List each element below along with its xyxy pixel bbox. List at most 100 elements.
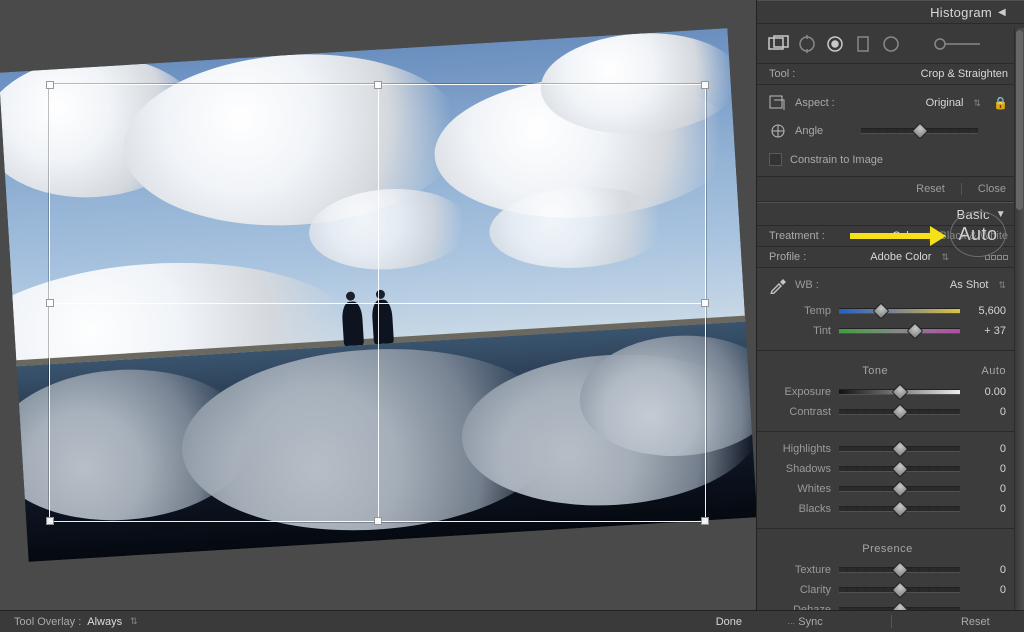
treatment-row: Treatment : Color | Black & White xyxy=(757,226,1024,247)
clarity-value[interactable]: 0 xyxy=(968,584,1006,596)
profile-row: Profile : Adobe Color ⇅ xyxy=(757,247,1024,268)
contrast-slider[interactable] xyxy=(839,409,960,415)
crop-tool-icon[interactable] xyxy=(765,33,793,55)
redeye-tool-icon[interactable] xyxy=(821,33,849,55)
tint-label: Tint xyxy=(769,325,831,337)
radial-filter-icon[interactable] xyxy=(877,33,905,55)
presence-subhead: Presence xyxy=(862,543,912,555)
shadows-label: Shadows xyxy=(769,463,831,475)
aspect-label: Aspect : xyxy=(795,97,851,109)
tone-block: Tone Auto Exposure 0.00 Contrast 0 xyxy=(757,351,1024,432)
tool-label: Tool : xyxy=(769,68,795,80)
texture-label: Texture xyxy=(769,564,831,576)
profile-value[interactable]: Adobe Color xyxy=(870,251,931,263)
contrast-value[interactable]: 0 xyxy=(968,406,1006,418)
histogram-title: Histogram xyxy=(930,5,992,20)
shadows-slider[interactable] xyxy=(839,466,960,472)
tint-slider[interactable] xyxy=(839,328,960,334)
expand-icon: ▼ xyxy=(996,209,1006,220)
treatment-bw[interactable]: Black & White xyxy=(940,230,1008,242)
angle-slider[interactable] xyxy=(861,128,978,134)
whites-slider[interactable] xyxy=(839,486,960,492)
tool-overlay-label: Tool Overlay : xyxy=(14,616,81,628)
tone-auto-button[interactable]: Auto xyxy=(981,365,1006,377)
done-button[interactable]: Done xyxy=(716,616,742,628)
wb-label: WB : xyxy=(795,279,835,291)
profile-browser-icon[interactable] xyxy=(985,255,1008,260)
spot-tool-icon[interactable] xyxy=(793,33,821,55)
aspect-icon[interactable] xyxy=(769,95,787,111)
exposure-value[interactable]: 0.00 xyxy=(968,386,1006,398)
highlights-slider[interactable] xyxy=(839,446,960,452)
angle-label: Angle xyxy=(795,125,851,137)
temp-slider[interactable] xyxy=(839,308,960,314)
constrain-checkbox[interactable] xyxy=(769,153,782,166)
wb-value[interactable]: As Shot xyxy=(950,279,989,291)
tone-subhead: Tone xyxy=(862,365,888,377)
crop-overlay[interactable] xyxy=(49,84,706,522)
whites-label: Whites xyxy=(769,483,831,495)
crop-handle-tl[interactable] xyxy=(46,81,54,89)
collapse-icon: ◀ xyxy=(998,7,1006,18)
crop-tool-footer: Reset Close xyxy=(757,177,1024,202)
whites-value[interactable]: 0 xyxy=(968,483,1006,495)
graduated-filter-icon[interactable] xyxy=(849,33,877,55)
tool-name: Crop & Straighten xyxy=(921,68,1008,80)
lock-icon[interactable]: 🔒 xyxy=(993,96,1008,110)
reset-button[interactable]: Reset xyxy=(961,616,990,628)
tint-value[interactable]: + 37 xyxy=(968,325,1006,337)
right-panel: Histogram ◀ Tool : Crop & Straighten xyxy=(756,0,1024,632)
contrast-label: Contrast xyxy=(769,406,831,418)
right-panel-footer: Sync Reset xyxy=(756,610,1024,632)
angle-tool-icon[interactable] xyxy=(769,123,787,139)
brush-tool-icon[interactable] xyxy=(905,33,1010,55)
highlights-label: Highlights xyxy=(769,443,831,455)
crop-tool-header: Tool : Crop & Straighten xyxy=(757,64,1024,85)
tool-strip xyxy=(757,24,1024,64)
profile-popup-icon[interactable]: ⇅ xyxy=(941,252,949,263)
treatment-color[interactable]: Color xyxy=(892,230,918,242)
crop-tool-body: Aspect : Original ⇅ 🔒 Angle Constrain to… xyxy=(757,85,1024,177)
crop-close-button[interactable]: Close xyxy=(978,183,1006,195)
crop-guide-horizontal xyxy=(50,303,705,304)
basic-panel-header[interactable]: Basic ▼ xyxy=(757,202,1024,226)
blacks-slider[interactable] xyxy=(839,506,960,512)
exposure-label: Exposure xyxy=(769,386,831,398)
clarity-slider[interactable] xyxy=(839,587,960,593)
histogram-panel-header[interactable]: Histogram ◀ xyxy=(757,0,1024,24)
tool-overlay-mode[interactable]: Always xyxy=(87,616,122,628)
wb-block: WB : As Shot ⇅ Temp 5,600 Tint + 37 xyxy=(757,268,1024,351)
blacks-value[interactable]: 0 xyxy=(968,503,1006,515)
exposure-slider[interactable] xyxy=(839,389,960,395)
texture-value[interactable]: 0 xyxy=(968,564,1006,576)
crop-handle-r[interactable] xyxy=(701,299,709,307)
sync-button[interactable]: Sync xyxy=(790,616,822,628)
clarity-label: Clarity xyxy=(769,584,831,596)
texture-slider[interactable] xyxy=(839,567,960,573)
constrain-label: Constrain to Image xyxy=(790,154,883,166)
temp-label: Temp xyxy=(769,305,831,317)
basic-title: Basic xyxy=(957,207,990,222)
temp-value[interactable]: 5,600 xyxy=(968,305,1006,317)
aspect-popup-icon[interactable]: ⇅ xyxy=(974,98,982,109)
hsw-block: Highlights 0 Shadows 0 Whites 0 Blacks 0 xyxy=(757,432,1024,529)
aspect-value[interactable]: Original xyxy=(926,97,964,109)
profile-label: Profile : xyxy=(769,251,806,263)
wb-dropper-icon[interactable] xyxy=(769,276,787,294)
tool-overlay-popup-icon[interactable]: ⇅ xyxy=(130,616,138,627)
crop-handle-b[interactable] xyxy=(374,517,382,525)
canvas-footer: Tool Overlay : Always ⇅ Done xyxy=(0,610,756,632)
crop-reset-button[interactable]: Reset xyxy=(916,183,945,195)
crop-handle-l[interactable] xyxy=(46,299,54,307)
crop-handle-tr[interactable] xyxy=(701,81,709,89)
crop-handle-bl[interactable] xyxy=(46,517,54,525)
crop-handle-t[interactable] xyxy=(374,81,382,89)
blacks-label: Blacks xyxy=(769,503,831,515)
canvas-area xyxy=(0,0,756,610)
wb-popup-icon[interactable]: ⇅ xyxy=(998,280,1006,291)
shadows-value[interactable]: 0 xyxy=(968,463,1006,475)
treatment-label: Treatment : xyxy=(769,230,825,242)
crop-handle-br[interactable] xyxy=(701,517,709,525)
highlights-value[interactable]: 0 xyxy=(968,443,1006,455)
right-panel-scrollbar[interactable] xyxy=(1014,28,1024,632)
